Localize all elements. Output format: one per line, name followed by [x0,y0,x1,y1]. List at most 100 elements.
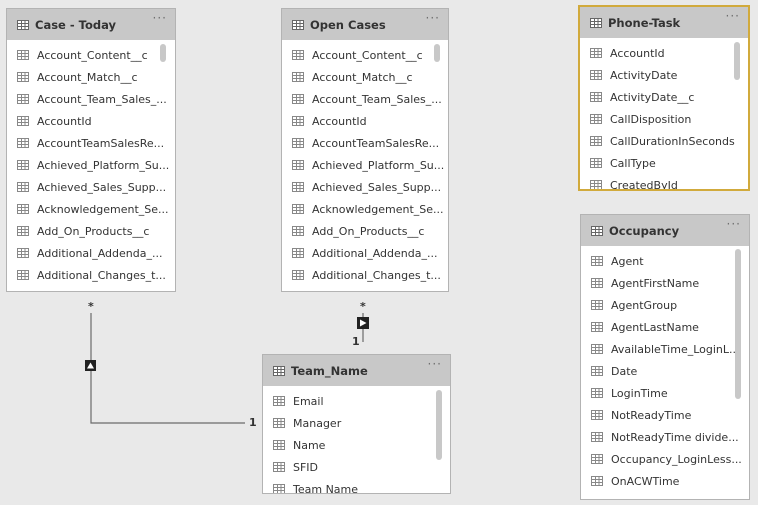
field-list[interactable]: Account_Content__c Account_Match__c Accoun… [282,40,448,286]
table-header[interactable]: Case - Today ··· [7,9,175,40]
table-icon [17,19,29,30]
more-options-icon[interactable]: ··· [726,10,740,22]
more-options-icon[interactable]: ··· [426,12,440,24]
field-name: Achieved_Platform_Su... [37,158,170,172]
field-name: AvailableTime_LoginL... [611,342,740,356]
field-name: Date [611,364,638,378]
table-card-open-cases[interactable]: Open Cases ··· Account_Content__c Account… [281,8,449,292]
table-header[interactable]: Phone-Task ··· [580,7,748,38]
field-row[interactable]: Occupancy_LoginLess... [581,448,749,470]
field-row[interactable]: CreatedById [580,174,748,191]
field-name: NotReadyTime divide... [611,430,739,444]
field-row[interactable]: Acknowledgement_Se... [7,198,175,220]
field-row[interactable]: Achieved_Platform_Su... [282,154,448,176]
field-name: Achieved_Sales_Supp... [312,180,442,194]
field-row[interactable]: AccountId [7,110,175,132]
field-row[interactable]: Additional_Addenda_... [282,242,448,264]
field-row[interactable]: NotReadyTime divide... [581,426,749,448]
table-header[interactable]: Team_Name ··· [263,355,450,386]
field-name: LoginTime [611,386,668,400]
scrollbar[interactable] [436,390,442,460]
field-name: Account_Content__c [312,48,423,62]
column-icon [292,204,304,214]
column-icon [17,248,29,258]
model-diagram-canvas[interactable]: * 1 * 1 Case - Today ··· Account_Content… [0,0,758,505]
field-row[interactable]: Add_On_Products__c [282,220,448,242]
field-row[interactable]: Date [581,360,749,382]
cardinality-many-label: * [360,300,366,313]
field-row[interactable]: NotReadyTime [581,404,749,426]
field-list[interactable]: AccountId ActivityDate ActivityDate__c Call… [580,38,748,191]
field-row[interactable]: SFID [263,456,450,478]
field-row[interactable]: AgentLastName [581,316,749,338]
field-name: Additional_Changes_t... [312,268,441,282]
field-list[interactable]: Email Manager Name SFID Team Name [263,386,450,493]
field-row[interactable]: AccountId [580,42,748,64]
field-row[interactable]: Agent [581,250,749,272]
field-row[interactable]: Email [263,390,450,412]
field-row[interactable]: Account_Content__c [282,44,448,66]
scrollbar[interactable] [735,249,741,399]
column-icon [590,48,602,58]
field-name: Additional_Addenda_... [37,246,163,260]
field-row[interactable]: Account_Match__c [282,66,448,88]
field-list[interactable]: Account_Content__c Account_Match__c Accoun… [7,40,175,286]
more-options-icon[interactable]: ··· [428,358,442,370]
field-row[interactable]: Manager [263,412,450,434]
table-card-phone-task[interactable]: Phone-Task ··· AccountId ActivityDate Acti… [578,5,750,191]
more-options-icon[interactable]: ··· [153,12,167,24]
field-row[interactable]: AgentGroup [581,294,749,316]
field-row[interactable]: AgentFirstName [581,272,749,294]
column-icon [591,322,603,332]
column-icon [17,160,29,170]
field-row[interactable]: Achieved_Platform_Su... [7,154,175,176]
field-row[interactable]: ActivityDate [580,64,748,86]
table-title: Team_Name [291,363,368,378]
field-row[interactable]: Account_Match__c [7,66,175,88]
table-card-case-today[interactable]: Case - Today ··· Account_Content__c Accou… [6,8,176,292]
field-row[interactable]: CallType [580,152,748,174]
field-row[interactable]: Account_Team_Sales_... [282,88,448,110]
field-row[interactable]: Additional_Changes_t... [282,264,448,286]
field-row[interactable]: CallDisposition [580,108,748,130]
field-row[interactable]: LoginTime [581,382,749,404]
field-row[interactable]: Additional_Changes_t... [7,264,175,286]
field-row[interactable]: CallDurationInSeconds [580,130,748,152]
column-icon [292,50,304,60]
column-icon [591,388,603,398]
field-row[interactable]: Account_Team_Sales_... [7,88,175,110]
field-row[interactable]: AvailableTime_LoginL... [581,338,749,360]
field-name: Achieved_Sales_Supp... [37,180,167,194]
cardinality-many-label: * [88,300,94,313]
column-icon [292,116,304,126]
column-icon [17,50,29,60]
field-row[interactable]: Acknowledgement_Se... [282,198,448,220]
table-card-occupancy[interactable]: Occupancy ··· Agent AgentFirstName AgentGr… [580,214,750,500]
field-row[interactable]: ActivityDate__c [580,86,748,108]
column-icon [273,484,285,493]
field-list[interactable]: Agent AgentFirstName AgentGroup AgentLastNa… [581,246,749,492]
field-row[interactable]: Achieved_Sales_Supp... [282,176,448,198]
field-name: Acknowledgement_Se... [37,202,169,216]
scrollbar[interactable] [434,44,440,62]
table-header[interactable]: Occupancy ··· [581,215,749,246]
field-row[interactable]: Team Name [263,478,450,493]
field-row[interactable]: Name [263,434,450,456]
field-row[interactable]: AccountTeamSalesRe... [282,132,448,154]
field-name: CreatedById [610,178,678,191]
field-row[interactable]: AccountId [282,110,448,132]
table-icon [590,17,602,28]
field-row[interactable]: OnACWTime [581,470,749,492]
field-name: Agent [611,254,644,268]
field-row[interactable]: AccountTeamSalesRe... [7,132,175,154]
more-options-icon[interactable]: ··· [727,218,741,230]
field-row[interactable]: Add_On_Products__c [7,220,175,242]
scrollbar[interactable] [734,42,740,80]
scrollbar[interactable] [160,44,166,62]
field-name: Occupancy_LoginLess... [611,452,742,466]
field-row[interactable]: Achieved_Sales_Supp... [7,176,175,198]
table-card-team-name[interactable]: Team_Name ··· Email Manager Name SFID Team N… [262,354,451,494]
field-row[interactable]: Account_Content__c [7,44,175,66]
table-header[interactable]: Open Cases ··· [282,9,448,40]
field-row[interactable]: Additional_Addenda_... [7,242,175,264]
